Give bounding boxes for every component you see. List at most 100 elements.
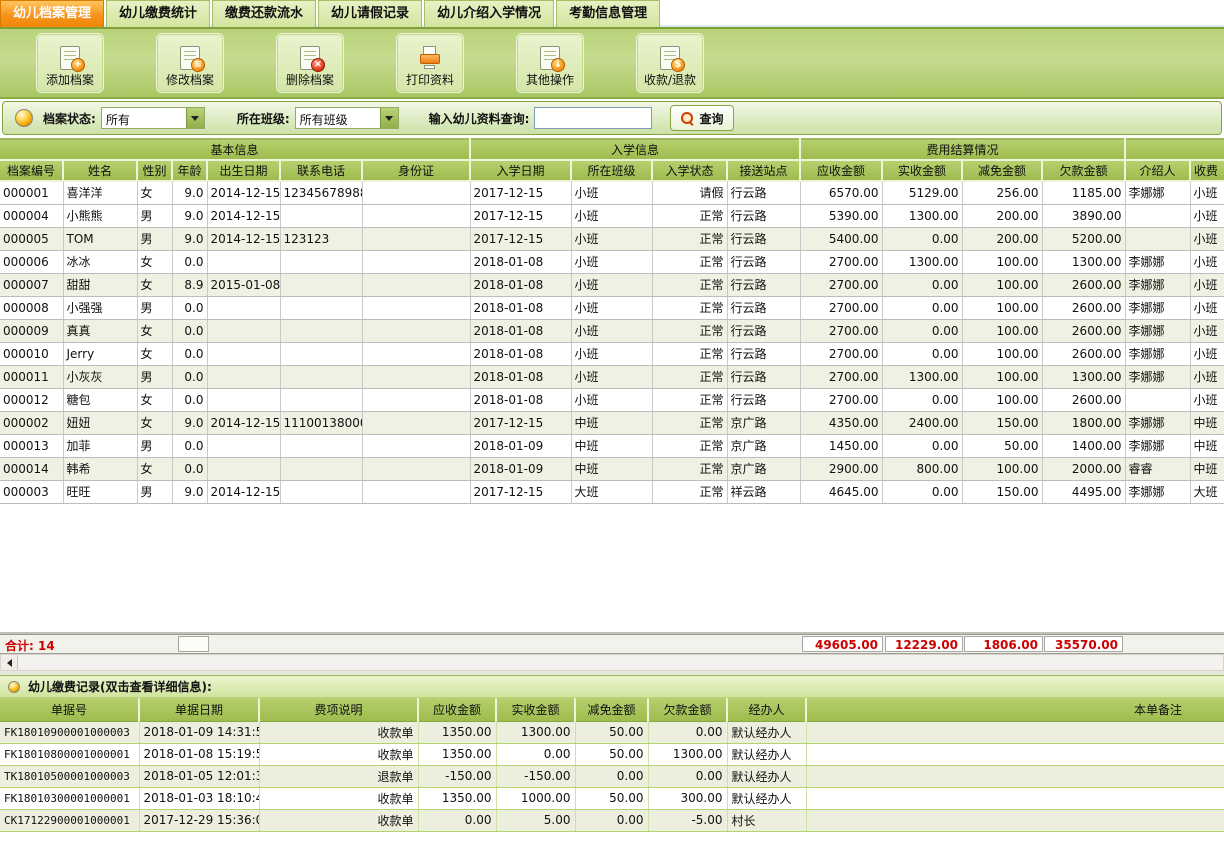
grid-cell[interactable]: 50.00 <box>575 721 648 743</box>
tab-0[interactable]: 幼儿档案管理 <box>0 0 104 27</box>
grid-cell[interactable]: 2018-01-03 18:10:41 <box>139 787 259 809</box>
grid-cell[interactable]: 正常 <box>652 365 727 388</box>
grid-cell[interactable]: 0.0 <box>172 365 207 388</box>
grid-cell[interactable]: 小班 <box>1190 250 1224 273</box>
grid-cell[interactable]: 9.0 <box>172 181 207 204</box>
grid-cell[interactable]: 000012 <box>0 388 63 411</box>
grid-cell[interactable]: 2600.00 <box>1042 319 1125 342</box>
grid-cell[interactable]: 200.00 <box>962 204 1042 227</box>
grid-cell[interactable]: 300.00 <box>648 787 727 809</box>
grid-cell[interactable]: -150.00 <box>496 765 575 787</box>
toolbar-button-3[interactable]: 打印资料 <box>396 33 464 93</box>
grid-cell[interactable]: 100.00 <box>962 457 1042 480</box>
grid-cell[interactable]: 京广路 <box>727 434 800 457</box>
grid-cell[interactable]: 小班 <box>571 227 652 250</box>
kid-search-input[interactable] <box>534 107 652 129</box>
grid-cell[interactable]: 5200.00 <box>1042 227 1125 250</box>
grid-cell[interactable]: 0.00 <box>418 809 496 831</box>
grid-cell[interactable] <box>806 809 1224 831</box>
grid-cell[interactable]: 女 <box>137 411 172 434</box>
payment-column-header-3[interactable]: 应收金额 <box>418 698 496 721</box>
grid-cell[interactable]: 1400.00 <box>1042 434 1125 457</box>
grid-cell[interactable]: 0.0 <box>172 388 207 411</box>
grid-cell[interactable]: 正常 <box>652 388 727 411</box>
search-button[interactable]: 查询 <box>670 105 734 131</box>
grid-cell[interactable]: 李娜娜 <box>1125 365 1190 388</box>
grid-cell[interactable]: 小班 <box>571 319 652 342</box>
grid-cell[interactable]: 默认经办人 <box>727 765 806 787</box>
toolbar-button-5[interactable]: $收款/退款 <box>636 33 704 93</box>
grid-cell[interactable]: 女 <box>137 273 172 296</box>
grid-cell[interactable]: 请假 <box>652 181 727 204</box>
grid-cell[interactable]: 9.0 <box>172 227 207 250</box>
grid-cell[interactable] <box>362 365 470 388</box>
grid-cell[interactable]: 2018-01-08 <box>470 319 571 342</box>
payment-row[interactable]: FK180108000010000012018-01-08 15:19:59收款… <box>0 743 1224 765</box>
grid-cell[interactable]: 默认经办人 <box>727 787 806 809</box>
grid-cell[interactable]: 大班 <box>1190 480 1224 503</box>
grid-cell[interactable]: 200.00 <box>962 227 1042 250</box>
tab-2[interactable]: 缴费还款流水 <box>212 0 316 27</box>
grid-cell[interactable]: 女 <box>137 181 172 204</box>
grid-cell[interactable]: 小班 <box>571 388 652 411</box>
grid-cell[interactable]: 甜甜 <box>63 273 137 296</box>
grid-cell[interactable]: 9.0 <box>172 411 207 434</box>
tab-4[interactable]: 幼儿介绍入学情况 <box>424 0 554 27</box>
grid-cell[interactable]: 4495.00 <box>1042 480 1125 503</box>
grid-cell[interactable]: 2000.00 <box>1042 457 1125 480</box>
grid-cell[interactable]: Jerry <box>63 342 137 365</box>
archive-row[interactable]: 000005TOM男9.02014-12-151231232017-12-15小… <box>0 227 1224 250</box>
grid-cell[interactable]: 真真 <box>63 319 137 342</box>
grid-cell[interactable]: 正常 <box>652 411 727 434</box>
grid-cell[interactable]: 50.00 <box>575 787 648 809</box>
grid-cell[interactable]: 2017-12-15 <box>470 204 571 227</box>
grid-cell[interactable]: 小强强 <box>63 296 137 319</box>
grid-cell[interactable]: FK18010300001000001 <box>0 787 139 809</box>
grid-cell[interactable]: TK18010500001000003 <box>0 765 139 787</box>
archive-row[interactable]: 000007甜甜女8.92015-01-082018-01-08小班正常行云路2… <box>0 273 1224 296</box>
grid-cell[interactable]: 加菲 <box>63 434 137 457</box>
payment-row[interactable]: FK180109000010000032018-01-09 14:31:54收款… <box>0 721 1224 743</box>
grid-cell[interactable]: 0.00 <box>575 809 648 831</box>
grid-cell[interactable]: 1000.00 <box>496 787 575 809</box>
grid-cell[interactable]: 小班 <box>571 365 652 388</box>
grid-cell[interactable]: 正常 <box>652 434 727 457</box>
grid-cell[interactable]: 2014-12-15 <box>207 204 280 227</box>
grid-cell[interactable] <box>362 181 470 204</box>
dropdown-arrow-icon[interactable] <box>186 108 204 128</box>
grid-cell[interactable]: FK18010900001000003 <box>0 721 139 743</box>
grid-cell[interactable] <box>207 457 280 480</box>
grid-cell[interactable]: 行云路 <box>727 181 800 204</box>
grid-cell[interactable]: 行云路 <box>727 273 800 296</box>
dropdown-arrow-icon[interactable] <box>380 108 398 128</box>
grid-cell[interactable]: 收款单 <box>259 743 418 765</box>
grid-cell[interactable]: 喜洋洋 <box>63 181 137 204</box>
grid-cell[interactable]: 2018-01-08 <box>470 342 571 365</box>
grid-cell[interactable]: 2017-12-15 <box>470 181 571 204</box>
grid-cell[interactable]: 正常 <box>652 227 727 250</box>
grid-cell[interactable]: 收款单 <box>259 721 418 743</box>
payment-column-header-7[interactable]: 经办人 <box>727 698 806 721</box>
grid-cell[interactable]: 祥云路 <box>727 480 800 503</box>
grid-cell[interactable]: 100.00 <box>962 319 1042 342</box>
grid-cell[interactable]: 小班 <box>1190 319 1224 342</box>
payment-column-header-5[interactable]: 减免金额 <box>575 698 648 721</box>
archive-row[interactable]: 000012糖包女0.02018-01-08小班正常行云路2700.000.00… <box>0 388 1224 411</box>
grid-cell[interactable]: 2600.00 <box>1042 296 1125 319</box>
grid-cell[interactable]: 中班 <box>1190 411 1224 434</box>
grid-cell[interactable]: 小班 <box>571 250 652 273</box>
grid-cell[interactable] <box>362 227 470 250</box>
grid-cell[interactable]: 男 <box>137 434 172 457</box>
column-header-14[interactable]: 欠款金额 <box>1042 160 1125 181</box>
grid-cell[interactable]: 6570.00 <box>800 181 882 204</box>
column-header-2[interactable]: 性别 <box>137 160 172 181</box>
grid-cell[interactable]: 小熊熊 <box>63 204 137 227</box>
archive-row[interactable]: 000014韩希女0.02018-01-09中班正常京广路2900.00800.… <box>0 457 1224 480</box>
grid-cell[interactable] <box>362 296 470 319</box>
tab-5[interactable]: 考勤信息管理 <box>556 0 660 27</box>
grid-cell[interactable] <box>362 342 470 365</box>
grid-cell[interactable] <box>207 365 280 388</box>
grid-cell[interactable] <box>362 204 470 227</box>
grid-cell[interactable]: 韩希 <box>63 457 137 480</box>
grid-cell[interactable] <box>207 296 280 319</box>
